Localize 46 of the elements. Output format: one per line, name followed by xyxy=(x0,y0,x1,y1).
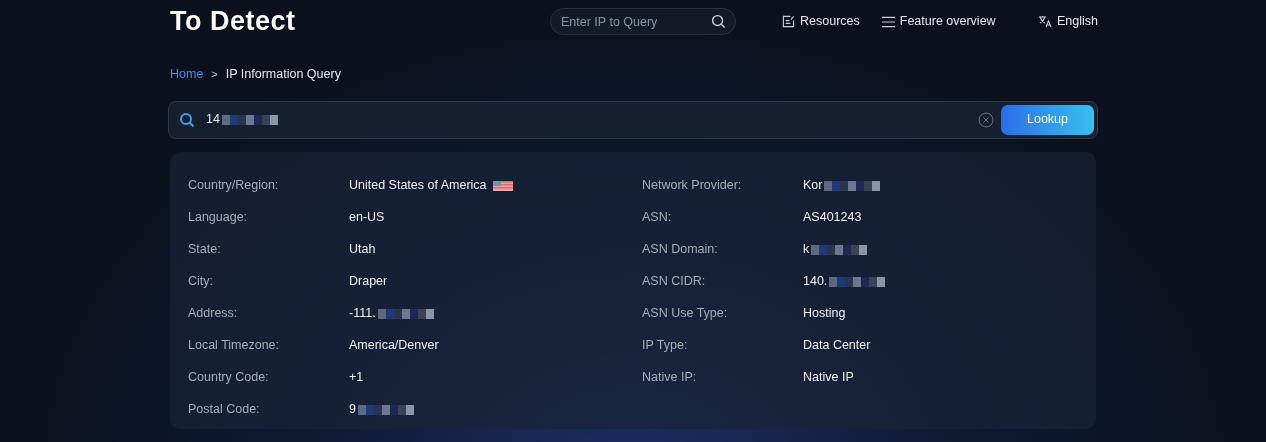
field-value: +1 xyxy=(349,369,364,387)
field-label: City: xyxy=(188,273,214,291)
field-label: ASN Domain: xyxy=(642,241,719,259)
field-label: ASN Use Type: xyxy=(642,305,729,323)
field-value: Utah xyxy=(349,241,376,259)
field-label: Local Timezone: xyxy=(188,337,281,355)
breadcrumb-current: IP Information Query xyxy=(225,66,341,83)
field-value: k xyxy=(803,241,810,259)
field-value: Native IP xyxy=(803,369,854,387)
logo[interactable]: To Detect xyxy=(170,8,550,35)
search-icon[interactable] xyxy=(711,14,726,29)
ip-value: 14 xyxy=(206,111,220,129)
field-label: Postal Code: xyxy=(188,401,261,419)
field-value: America/Denver xyxy=(349,337,439,355)
translate-icon xyxy=(1038,15,1052,28)
field-label: ASN CIDR: xyxy=(642,273,707,291)
field-value: Data Center xyxy=(803,337,871,355)
field-value: Kor xyxy=(803,177,823,195)
search-field[interactable]: Enter IP to Query xyxy=(550,8,736,35)
search-icon xyxy=(179,111,195,128)
nav-link[interactable]: Feature overview xyxy=(881,12,996,31)
field-label: IP Type: xyxy=(642,337,689,355)
clear-icon[interactable] xyxy=(978,111,994,128)
field-label: ASN: xyxy=(642,209,673,227)
field-value: Draper xyxy=(349,273,388,291)
field-label: Language: xyxy=(188,209,249,227)
field-value: -111. xyxy=(349,305,376,323)
breadcrumb-link[interactable]: Home xyxy=(170,65,204,84)
field-label: State: xyxy=(188,241,222,259)
field-value: AS401243 xyxy=(803,209,862,227)
field-value: 9 xyxy=(349,401,356,419)
field-label: Country/Region: xyxy=(188,177,280,195)
field-value: Hosting xyxy=(803,305,846,323)
nav-link[interactable]: Resources xyxy=(782,12,860,31)
edit-note-icon xyxy=(782,15,795,28)
nav-link[interactable]: English xyxy=(1038,12,1098,31)
field-label: Network Provider: xyxy=(642,177,743,195)
menu-icon xyxy=(881,15,895,28)
breadcrumb-separator: > xyxy=(211,67,218,83)
field-value: United States of America xyxy=(349,177,487,195)
field-label: Native IP: xyxy=(642,369,698,387)
ip-search-field[interactable]: 14 Lookup xyxy=(168,100,1098,139)
field-label: Address: xyxy=(188,305,239,323)
field-label: Country Code: xyxy=(188,369,270,387)
field-value: en-US xyxy=(349,209,385,227)
field-value: 140. xyxy=(803,273,828,291)
